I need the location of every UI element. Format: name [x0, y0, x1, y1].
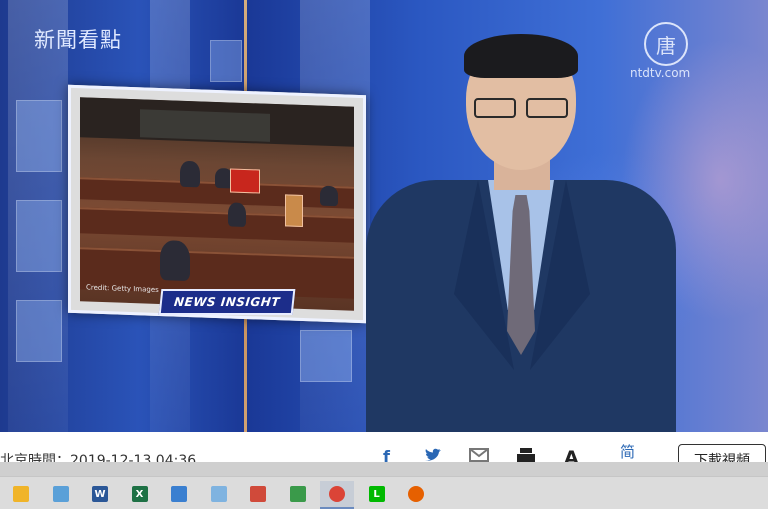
- word-icon: W: [92, 486, 108, 502]
- image-app-icon: [289, 486, 306, 502]
- simplified-chinese-icon[interactable]: 简: [620, 441, 635, 462]
- page-scroll-strip: [0, 462, 768, 476]
- protest-sign: [230, 168, 260, 194]
- download-video-button[interactable]: 下載視頻: [678, 444, 766, 462]
- news-anchor: [366, 30, 676, 432]
- glasses: [474, 98, 568, 118]
- taskbar-app[interactable]: [4, 481, 38, 507]
- excel-icon: X: [131, 486, 148, 502]
- photo-viewer-icon: [250, 486, 266, 502]
- taskbar-app[interactable]: [162, 481, 196, 507]
- firefox-icon: [408, 486, 424, 502]
- chrome-icon: [329, 486, 345, 502]
- taskbar-app[interactable]: W: [83, 481, 117, 507]
- taskbar-app[interactable]: [241, 481, 275, 507]
- taskbar-app[interactable]: L: [360, 481, 394, 507]
- taskbar-app[interactable]: [320, 481, 354, 509]
- twitter-icon[interactable]: [424, 447, 442, 462]
- paint-icon: [210, 486, 227, 502]
- notepad-icon: [52, 486, 69, 502]
- windows-taskbar: WXL: [0, 476, 768, 509]
- photo-credit: Credit: Getty Images: [86, 283, 159, 294]
- cloud-drive-icon: [171, 486, 187, 502]
- publish-timestamp: 北京時間：2019-12-13 04:36: [0, 453, 197, 462]
- inset-photo: Credit: Getty Images: [80, 97, 354, 311]
- protest-portrait: [285, 194, 303, 228]
- file-explorer-icon: [13, 486, 29, 502]
- news-insight-badge: NEWS INSIGHT: [158, 289, 296, 315]
- email-icon[interactable]: [469, 447, 489, 462]
- channel-title: 新聞看點: [34, 28, 122, 52]
- taskbar-app[interactable]: [44, 481, 78, 507]
- font-size-icon[interactable]: A: [564, 447, 579, 462]
- taskbar-app[interactable]: [399, 481, 433, 507]
- print-icon[interactable]: [516, 447, 536, 462]
- inset-screen: Credit: Getty Images: [68, 84, 366, 324]
- article-info-bar: 北京時間：2019-12-13 04:36 f A 简 下載視頻: [0, 432, 768, 462]
- taskbar-app[interactable]: X: [123, 481, 157, 507]
- taskbar-app[interactable]: [281, 481, 315, 507]
- taskbar-app[interactable]: [202, 481, 236, 507]
- video-player[interactable]: 新聞看點 唐 ntdtv.com Credit: Getty Images NE…: [0, 0, 768, 432]
- facebook-icon[interactable]: f: [383, 447, 390, 462]
- line-icon: L: [368, 486, 385, 502]
